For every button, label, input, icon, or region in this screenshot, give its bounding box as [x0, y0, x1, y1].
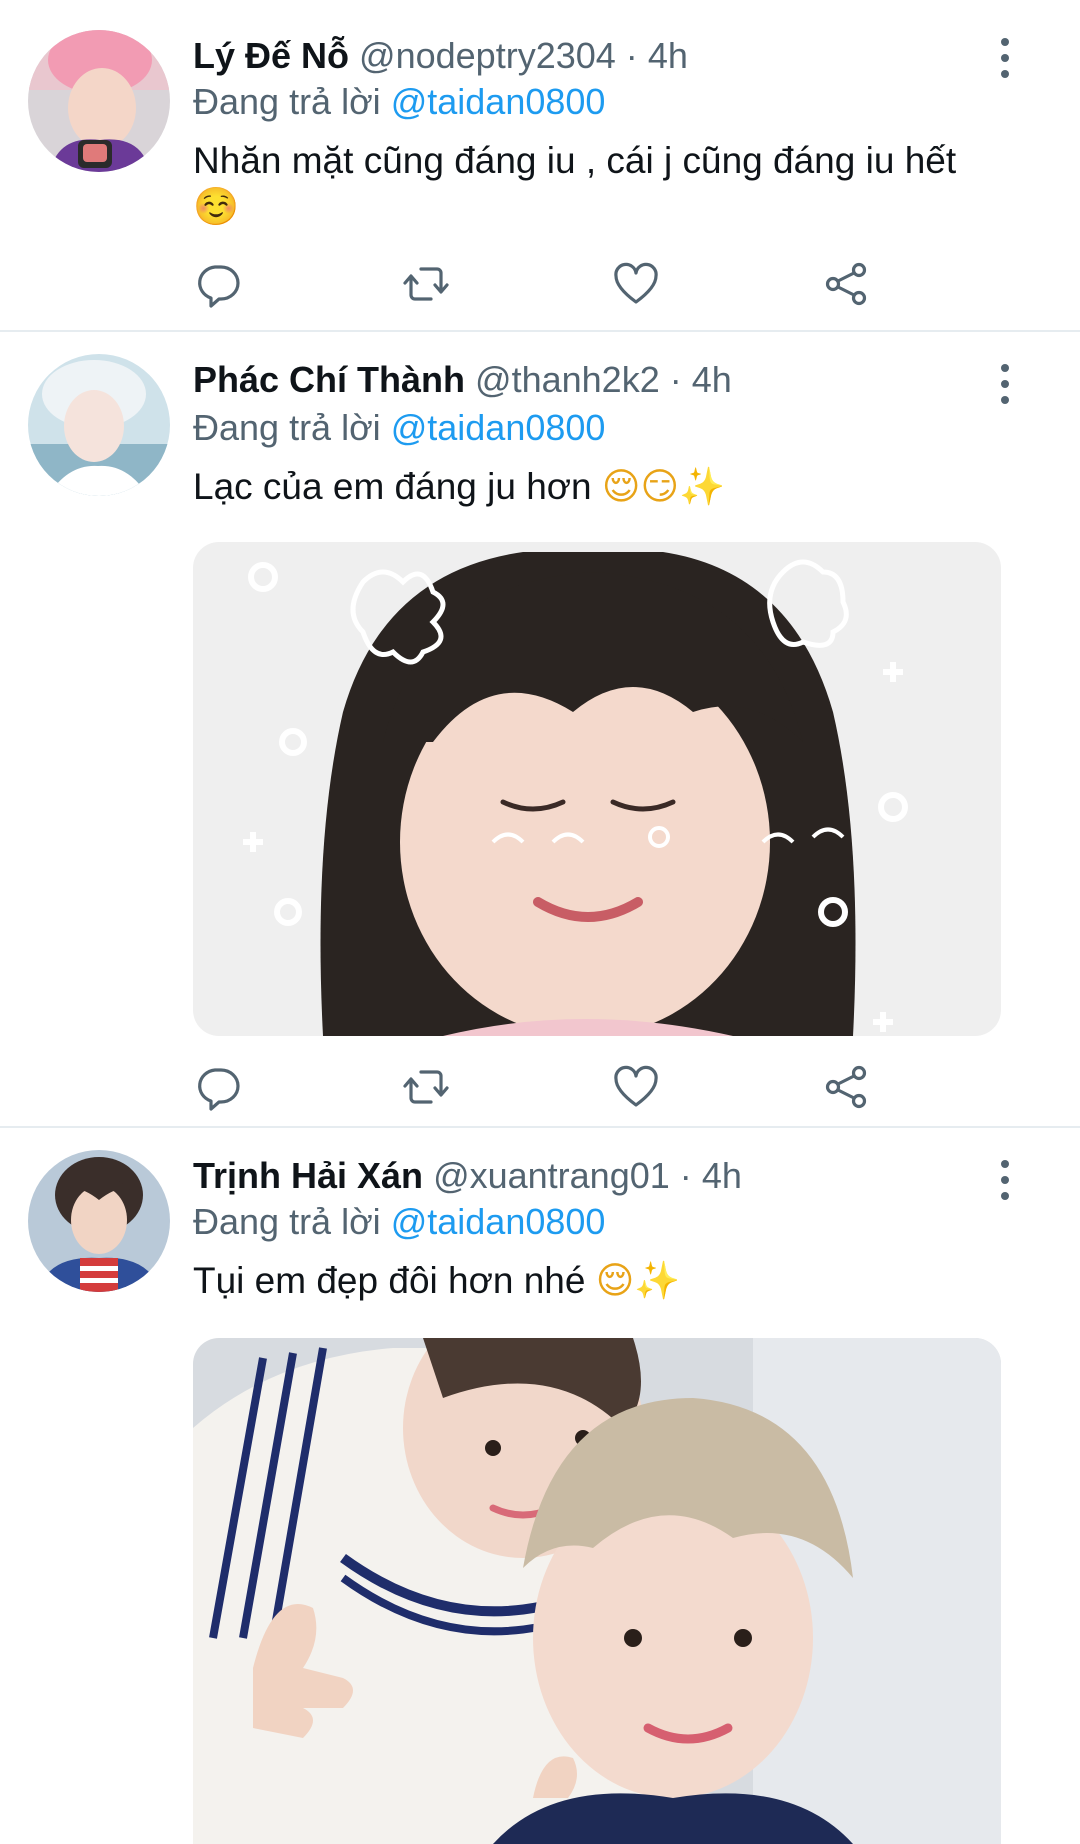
reply-mention-link[interactable]: @taidan0800: [391, 1201, 606, 1242]
reply-button[interactable]: [193, 1062, 243, 1112]
more-vertical-icon: [1001, 38, 1009, 46]
more-vertical-icon: [1001, 1160, 1009, 1168]
like-button[interactable]: [611, 1062, 661, 1112]
reply-button[interactable]: [193, 259, 243, 309]
tweet-text: Tụi em đẹp đôi hơn nhé 😌✨: [193, 1258, 1013, 1304]
retweet-button[interactable]: [401, 1062, 451, 1112]
share-icon: [825, 262, 867, 306]
tweet-emoji: ☺️: [193, 186, 240, 227]
more-options-button[interactable]: [990, 1160, 1020, 1200]
replying-to: Đang trả lời @taidan0800: [193, 1200, 605, 1244]
tweet-text-line: Lạc của em đáng ju hơn: [193, 466, 592, 507]
comment-icon: [198, 265, 240, 308]
separator-dot: ·: [625, 35, 638, 76]
display-name[interactable]: Trịnh Hải Xán: [193, 1155, 423, 1196]
user-handle[interactable]: @xuantrang01: [433, 1155, 670, 1196]
user-handle[interactable]: @thanh2k2: [475, 359, 660, 400]
tweet-actions: [193, 1062, 913, 1112]
avatar-image: [28, 1150, 170, 1292]
replying-to-label: Đang trả lời: [193, 81, 381, 122]
replying-to: Đang trả lời @taidan0800: [193, 80, 605, 124]
photo-image: [193, 542, 1001, 1036]
reply-mention-link[interactable]: @taidan0800: [391, 81, 606, 122]
tweet-3[interactable]: Trịnh Hải Xán @xuantrang01 · 4h Đang trả…: [0, 1128, 1080, 1844]
tweet-1[interactable]: Lý Đế Nỗ @nodeptry2304 · 4h Đang trả lời…: [0, 0, 1080, 330]
tweet-actions: [193, 259, 913, 309]
heart-icon: [614, 1065, 658, 1107]
timestamp[interactable]: 4h: [702, 1155, 742, 1196]
user-handle[interactable]: @nodeptry2304: [359, 35, 616, 76]
avatar-image: [28, 30, 170, 172]
photo-image: [193, 1338, 1001, 1844]
tweet-text-line: Nhăn mặt cũng đáng iu , cái j cũng đáng …: [193, 140, 957, 181]
tweet-header: Phác Chí Thành @thanh2k2 · 4h: [193, 358, 732, 402]
separator-dot: ·: [679, 1155, 692, 1196]
tweet-emoji: 😌😏✨: [601, 466, 726, 507]
more-options-button[interactable]: [990, 38, 1020, 78]
separator-dot: ·: [669, 359, 682, 400]
tweet-text-line: Tụi em đẹp đôi hơn nhé: [193, 1260, 586, 1301]
like-button[interactable]: [611, 259, 661, 309]
tweet-header: Lý Đế Nỗ @nodeptry2304 · 4h: [193, 34, 688, 78]
heart-icon: [614, 262, 658, 304]
tweet-actions: [193, 894, 913, 944]
tweet-header: Trịnh Hải Xán @xuantrang01 · 4h: [193, 1154, 742, 1198]
display-name[interactable]: Phác Chí Thành: [193, 359, 465, 400]
share-button[interactable]: [821, 259, 871, 309]
more-options-button[interactable]: [990, 364, 1020, 404]
share-icon: [825, 1065, 867, 1109]
share-button[interactable]: [821, 1062, 871, 1112]
display-name[interactable]: Lý Đế Nỗ: [193, 35, 349, 76]
timestamp[interactable]: 4h: [692, 359, 732, 400]
tweet-text: Nhăn mặt cũng đáng iu , cái j cũng đáng …: [193, 138, 1013, 230]
replying-to-label: Đang trả lời: [193, 407, 381, 448]
avatar[interactable]: [28, 30, 170, 172]
tweet-2[interactable]: Phác Chí Thành @thanh2k2 · 4h Đang trả l…: [0, 332, 1080, 1126]
tweet-photo[interactable]: [193, 542, 1001, 1036]
avatar-image: [28, 354, 170, 496]
timestamp[interactable]: 4h: [648, 35, 688, 76]
avatar[interactable]: [28, 354, 170, 496]
retweet-icon: [403, 267, 449, 301]
tweet-photo[interactable]: [193, 1338, 1001, 1844]
avatar[interactable]: [28, 1150, 170, 1292]
tweet-emoji: 😌✨: [595, 1260, 681, 1301]
more-vertical-icon: [1001, 364, 1009, 372]
retweet-icon: [403, 1070, 449, 1104]
replying-to: Đang trả lời @taidan0800: [193, 406, 605, 450]
replying-to-label: Đang trả lời: [193, 1201, 381, 1242]
comment-icon: [198, 1068, 240, 1111]
retweet-button[interactable]: [401, 259, 451, 309]
reply-mention-link[interactable]: @taidan0800: [391, 407, 606, 448]
tweet-text: Lạc của em đáng ju hơn 😌😏✨: [193, 464, 1013, 510]
